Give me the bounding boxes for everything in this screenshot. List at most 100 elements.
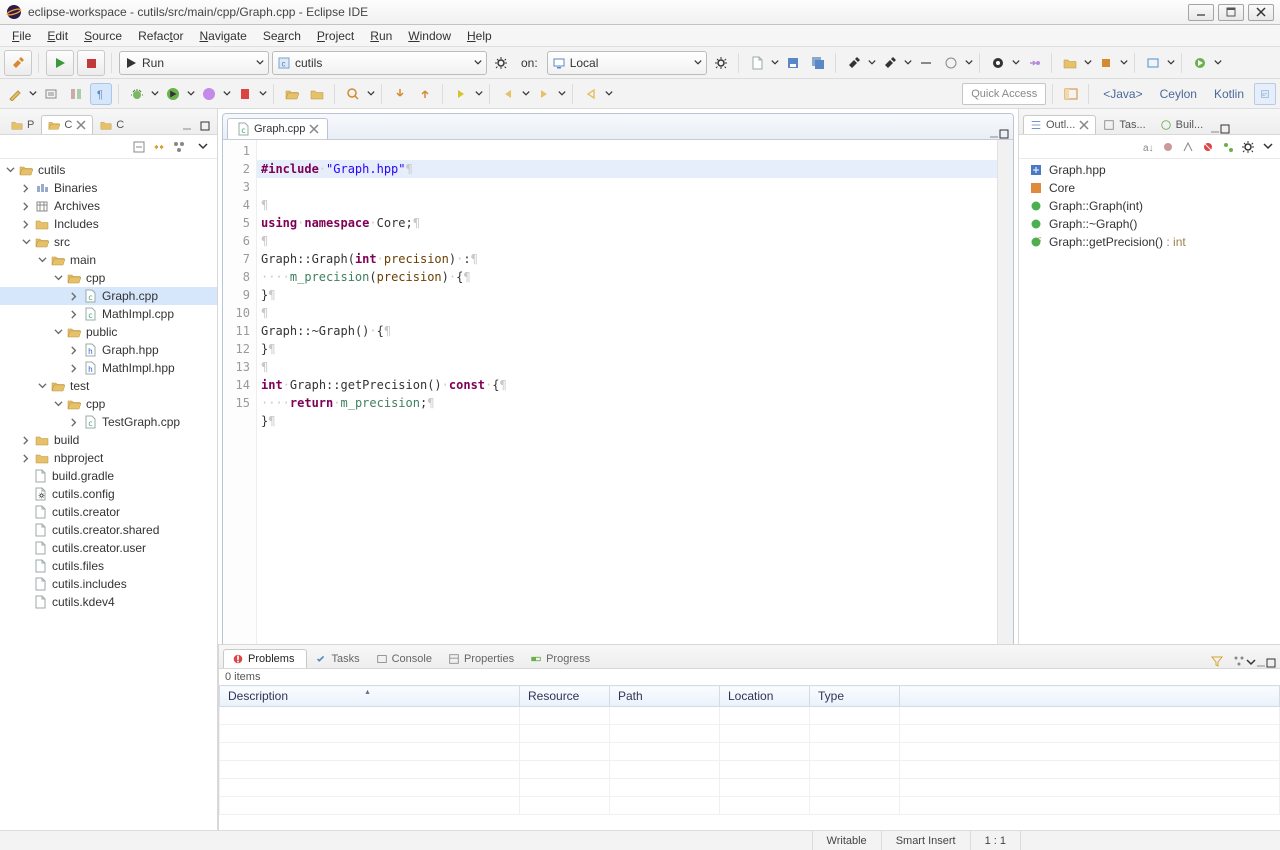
menu-search[interactable]: Search: [255, 27, 309, 45]
tree-file-cutils-creator-shared[interactable]: cutils.creator.shared: [0, 521, 217, 539]
run-2-button[interactable]: [162, 83, 184, 105]
status-writable[interactable]: Writable: [812, 831, 881, 850]
save-all-button[interactable]: [807, 52, 829, 74]
tree-file-build-gradle[interactable]: build.gradle: [0, 467, 217, 485]
tool-button-7[interactable]: [1142, 52, 1164, 74]
build-all-button[interactable]: [843, 52, 865, 74]
col-description[interactable]: Description▴: [220, 686, 520, 707]
tree-node-root[interactable]: cutils: [0, 161, 217, 179]
col-resource[interactable]: Resource: [520, 686, 610, 707]
tree-node-nbproject[interactable]: nbproject: [0, 449, 217, 467]
project-tree[interactable]: cutils Binaries Archives Includes src ma…: [0, 159, 217, 830]
tab-tasks-bottom[interactable]: Tasks: [307, 650, 367, 668]
tree-node-archives[interactable]: Archives: [0, 197, 217, 215]
last-edit-button[interactable]: [580, 83, 602, 105]
tree-node-graph-cpp[interactable]: Graph.cpp: [0, 287, 217, 305]
build-button[interactable]: [4, 50, 32, 76]
search2-button[interactable]: [342, 83, 364, 105]
table-row[interactable]: [220, 797, 1280, 815]
outline-item[interactable]: Graph::~Graph(): [1019, 215, 1280, 233]
menu-project[interactable]: Project: [309, 27, 362, 45]
tab-problems[interactable]: Problems: [223, 649, 307, 668]
view-menu-icon[interactable]: [195, 139, 211, 155]
table-row[interactable]: [220, 779, 1280, 797]
new-package-button[interactable]: [306, 83, 328, 105]
tab-console[interactable]: Console: [368, 650, 440, 668]
target-settings-button[interactable]: [710, 52, 732, 74]
close-icon[interactable]: [1079, 120, 1089, 130]
tree-node-test[interactable]: test: [0, 377, 217, 395]
outline-filter-static-icon[interactable]: [1180, 139, 1196, 155]
minimize-button[interactable]: [1188, 4, 1214, 21]
view-menu-icon[interactable]: [1246, 658, 1256, 668]
run-button[interactable]: [46, 50, 74, 76]
tool-button-1[interactable]: [915, 52, 937, 74]
outline-settings-icon[interactable]: [1240, 139, 1256, 155]
outline-item[interactable]: Graph::Graph(int): [1019, 197, 1280, 215]
table-row[interactable]: [220, 761, 1280, 779]
editor-minimize-icon[interactable]: [989, 129, 999, 139]
menu-refactor[interactable]: Refactor: [130, 27, 191, 45]
open-perspective-button[interactable]: [1060, 83, 1082, 105]
outline-menu-icon[interactable]: [1260, 139, 1276, 155]
link-editor-icon[interactable]: [151, 139, 167, 155]
stop-button[interactable]: [77, 50, 105, 76]
menu-window[interactable]: Window: [400, 27, 459, 45]
tree-node-mathimpl-cpp[interactable]: MathImpl.cpp: [0, 305, 217, 323]
tab-c-2[interactable]: C: [93, 115, 131, 134]
tree-node-build[interactable]: build: [0, 431, 217, 449]
tab-properties[interactable]: Properties: [440, 650, 522, 668]
project-settings-button[interactable]: [490, 52, 512, 74]
menu-edit[interactable]: Edit: [39, 27, 76, 45]
save-button[interactable]: [782, 52, 804, 74]
edit-tool-3[interactable]: [65, 83, 87, 105]
outline-item[interactable]: cGraph::getPrecision() : int: [1019, 233, 1280, 251]
tree-node-mathimpl-hpp[interactable]: MathImpl.hpp: [0, 359, 217, 377]
edit-tool-2[interactable]: [40, 83, 62, 105]
tree-node-main[interactable]: main: [0, 251, 217, 269]
minimize-view-icon[interactable]: [1210, 124, 1220, 134]
outline-item[interactable]: Core: [1019, 179, 1280, 197]
coverage-button[interactable]: [198, 83, 220, 105]
project-combo[interactable]: c cutils: [272, 51, 487, 75]
status-insert-mode[interactable]: Smart Insert: [881, 831, 970, 850]
outline-filter-nonpublic-icon[interactable]: [1200, 139, 1216, 155]
tree-node-src[interactable]: src: [0, 233, 217, 251]
new-dropdown[interactable]: [771, 59, 779, 67]
minimize-view-icon[interactable]: [1256, 658, 1266, 668]
problems-filter-icon[interactable]: [1210, 654, 1224, 668]
tool-button-2[interactable]: [940, 52, 962, 74]
tool-button-4[interactable]: [1023, 52, 1045, 74]
col-type[interactable]: Type: [810, 686, 900, 707]
perspective-cpp[interactable]: c⁺: [1254, 83, 1276, 105]
target-combo[interactable]: Local: [547, 51, 707, 75]
close-icon[interactable]: [76, 120, 86, 130]
tree-file-cutils-files[interactable]: cutils.files: [0, 557, 217, 575]
menu-source[interactable]: Source: [76, 27, 130, 45]
menu-help[interactable]: Help: [459, 27, 500, 45]
tree-node-testgraph[interactable]: TestGraph.cpp: [0, 413, 217, 431]
outline-item[interactable]: Graph.hpp: [1019, 161, 1280, 179]
new-button[interactable]: [746, 52, 768, 74]
col-location[interactable]: Location: [720, 686, 810, 707]
tree-node-graph-hpp[interactable]: Graph.hpp: [0, 341, 217, 359]
tool-button-8[interactable]: [1189, 52, 1211, 74]
tree-node-public[interactable]: public: [0, 323, 217, 341]
step-button-1[interactable]: [389, 83, 411, 105]
close-editor-icon[interactable]: [309, 124, 319, 134]
maximize-view-icon[interactable]: [1266, 658, 1276, 668]
tree-node-includes[interactable]: Includes: [0, 215, 217, 233]
tool-button-5[interactable]: [1059, 52, 1081, 74]
close-button[interactable]: [1248, 4, 1274, 21]
debug-button[interactable]: [126, 83, 148, 105]
nav-next-button[interactable]: [450, 83, 472, 105]
step-button-2[interactable]: [414, 83, 436, 105]
forward-button[interactable]: [533, 83, 555, 105]
tool-button-6[interactable]: [1095, 52, 1117, 74]
edit-tool-1[interactable]: [4, 83, 26, 105]
tab-outline[interactable]: Outl...: [1023, 115, 1096, 134]
outline-group-icon[interactable]: [1220, 139, 1236, 155]
tool-button-3[interactable]: [987, 52, 1009, 74]
tab-cpp-projects[interactable]: C: [41, 115, 93, 134]
build-dropdown[interactable]: [868, 59, 876, 67]
